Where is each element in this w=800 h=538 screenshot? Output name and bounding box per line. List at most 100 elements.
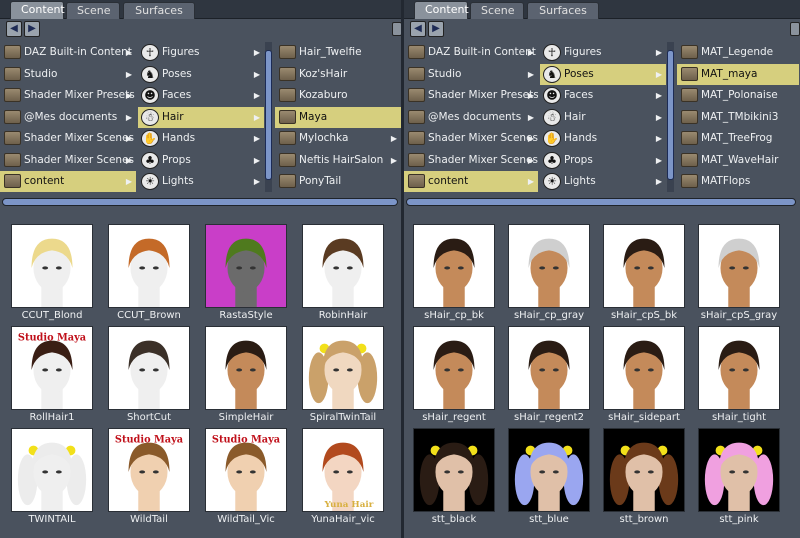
- thumbnail-image[interactable]: Yuna Hair: [302, 428, 384, 512]
- list-item[interactable]: Studio ▶: [0, 64, 136, 85]
- list-item[interactable]: Mylochka ▶: [275, 128, 401, 149]
- thumbnail-item[interactable]: CCUT_Brown: [107, 224, 191, 324]
- thumbnail-item[interactable]: sHair_cpS_bk: [602, 224, 686, 324]
- thumbnail-item[interactable]: sHair_regent2: [507, 326, 591, 426]
- list-item[interactable]: MAT_WaveHair: [677, 150, 799, 171]
- list-item[interactable]: Shader Mixer Scenes ▶: [404, 128, 538, 149]
- list-item[interactable]: ☥ Figures ▶: [540, 42, 666, 63]
- forward-button[interactable]: ▶: [428, 21, 444, 37]
- list-item[interactable]: Hair_Twelfie: [275, 42, 401, 63]
- thumbnail-image[interactable]: [108, 326, 190, 410]
- back-button[interactable]: ◀: [410, 21, 426, 37]
- thumbnail-item[interactable]: stt_blue: [507, 428, 591, 528]
- thumbnail-image[interactable]: [698, 224, 780, 308]
- thumbnail-item[interactable]: SimpleHair: [204, 326, 288, 426]
- scroll-thumb[interactable]: [265, 50, 272, 180]
- horizontal-scrollbar[interactable]: [2, 198, 398, 206]
- thumbnail-image[interactable]: [11, 428, 93, 512]
- thumbnail-image[interactable]: [413, 326, 495, 410]
- list-item[interactable]: MAT_Legende: [677, 42, 799, 63]
- thumbnail-item[interactable]: CCUT_Blond: [10, 224, 94, 324]
- list-item[interactable]: content ▶: [0, 171, 136, 192]
- thumbnail-item[interactable]: stt_black: [412, 428, 496, 528]
- list-item[interactable]: Shader Mixer Presets ▶: [0, 85, 136, 106]
- thumbnail-item[interactable]: stt_brown: [602, 428, 686, 528]
- thumbnail-image[interactable]: [508, 428, 590, 512]
- thumbnail-image[interactable]: [508, 224, 590, 308]
- thumbnail-item[interactable]: Yuna Hair YunaHair_vic: [301, 428, 385, 528]
- pane-menu-button[interactable]: [790, 22, 800, 36]
- tab-scene[interactable]: Scene: [66, 2, 120, 19]
- thumbnail-item[interactable]: sHair_sidepart: [602, 326, 686, 426]
- thumbnail-item[interactable]: stt_pink: [697, 428, 781, 528]
- list-item[interactable]: @Mes documents ▶: [0, 107, 136, 128]
- thumbnail-item[interactable]: Studio Maya WildTail: [107, 428, 191, 528]
- tab-content[interactable]: Content: [10, 1, 65, 19]
- list-item[interactable]: DAZ Built-in Content ▶: [0, 42, 136, 63]
- column-scrollbar[interactable]: [265, 42, 272, 192]
- thumbnail-image[interactable]: [698, 326, 780, 410]
- list-item[interactable]: MATFlops: [677, 171, 799, 192]
- thumbnail-item[interactable]: RobinHair: [301, 224, 385, 324]
- list-item[interactable]: Shader Mixer Scenes ▶: [404, 150, 538, 171]
- thumbnail-image[interactable]: [698, 428, 780, 512]
- list-item[interactable]: content ▶: [404, 171, 538, 192]
- thumbnail-image[interactable]: [302, 224, 384, 308]
- list-item[interactable]: Studio ▶: [404, 64, 538, 85]
- thumbnail-image[interactable]: [108, 224, 190, 308]
- thumbnail-item[interactable]: RastaStyle: [204, 224, 288, 324]
- back-button[interactable]: ◀: [6, 21, 22, 37]
- list-item[interactable]: ♞ Poses ▶: [540, 63, 666, 85]
- list-item[interactable]: Koz'sHair: [275, 64, 401, 85]
- list-item[interactable]: @Mes documents ▶: [404, 107, 538, 128]
- thumbnail-image[interactable]: [603, 428, 685, 512]
- list-item[interactable]: ☀ Lights ▶: [540, 171, 666, 192]
- list-item[interactable]: ☃ Hair ▶: [540, 107, 666, 128]
- thumbnail-image[interactable]: [603, 224, 685, 308]
- thumbnail-image[interactable]: [603, 326, 685, 410]
- column-scrollbar[interactable]: [667, 42, 674, 192]
- forward-button[interactable]: ▶: [24, 21, 40, 37]
- list-item[interactable]: MAT_maya: [677, 63, 799, 85]
- list-item[interactable]: DAZ Built-in Content ▶: [404, 42, 538, 63]
- thumbnail-image[interactable]: [11, 224, 93, 308]
- thumbnail-image[interactable]: [205, 224, 287, 308]
- thumbnail-image[interactable]: [413, 224, 495, 308]
- list-item[interactable]: ✋ Hands ▶: [540, 128, 666, 149]
- thumbnail-item[interactable]: ShortCut: [107, 326, 191, 426]
- thumbnail-item[interactable]: Studio Maya WildTail_Vic: [204, 428, 288, 528]
- thumbnail-item[interactable]: sHair_cpS_gray: [697, 224, 781, 324]
- list-item[interactable]: ☀ Lights ▶: [138, 171, 264, 192]
- list-item[interactable]: ♞ Poses ▶: [138, 64, 264, 85]
- list-item[interactable]: MAT_TMbikini3: [677, 107, 799, 128]
- thumbnail-item[interactable]: sHair_cp_gray: [507, 224, 591, 324]
- thumbnail-item[interactable]: TWINTAIL: [10, 428, 94, 528]
- thumbnail-image[interactable]: Studio Maya: [11, 326, 93, 410]
- list-item[interactable]: Shader Mixer Scenes ▶: [0, 128, 136, 149]
- list-item[interactable]: Neftis HairSalon ▶: [275, 150, 401, 171]
- list-item[interactable]: ☥ Figures ▶: [138, 42, 264, 63]
- list-item[interactable]: Shader Mixer Scenes ▶: [0, 150, 136, 171]
- list-item[interactable]: Maya: [275, 106, 401, 128]
- thumbnail-image[interactable]: Studio Maya: [205, 428, 287, 512]
- list-item[interactable]: Shader Mixer Presets ▶: [404, 85, 538, 106]
- tab-scene[interactable]: Scene: [470, 2, 524, 19]
- horizontal-scrollbar[interactable]: [406, 198, 796, 206]
- list-item[interactable]: PonyTail: [275, 171, 401, 192]
- thumbnail-item[interactable]: sHair_tight: [697, 326, 781, 426]
- list-item[interactable]: ✋ Hands ▶: [138, 128, 264, 149]
- tab-content[interactable]: Content: [414, 1, 469, 19]
- thumbnail-item[interactable]: sHair_cp_bk: [412, 224, 496, 324]
- list-item[interactable]: ♣ Props ▶: [138, 150, 264, 171]
- thumbnail-item[interactable]: sHair_regent: [412, 326, 496, 426]
- list-item[interactable]: Kozaburo: [275, 85, 401, 106]
- thumbnail-image[interactable]: [205, 326, 287, 410]
- list-item[interactable]: ☻ Faces ▶: [540, 85, 666, 106]
- thumbnail-image[interactable]: [413, 428, 495, 512]
- thumbnail-item[interactable]: Studio Maya RollHair1: [10, 326, 94, 426]
- tab-surfaces[interactable]: Surfaces: [123, 2, 195, 19]
- scroll-thumb[interactable]: [667, 50, 674, 180]
- thumbnail-item[interactable]: SpiralTwinTail: [301, 326, 385, 426]
- list-item[interactable]: ♣ Props ▶: [540, 150, 666, 171]
- list-item[interactable]: MAT_Polonaise: [677, 85, 799, 106]
